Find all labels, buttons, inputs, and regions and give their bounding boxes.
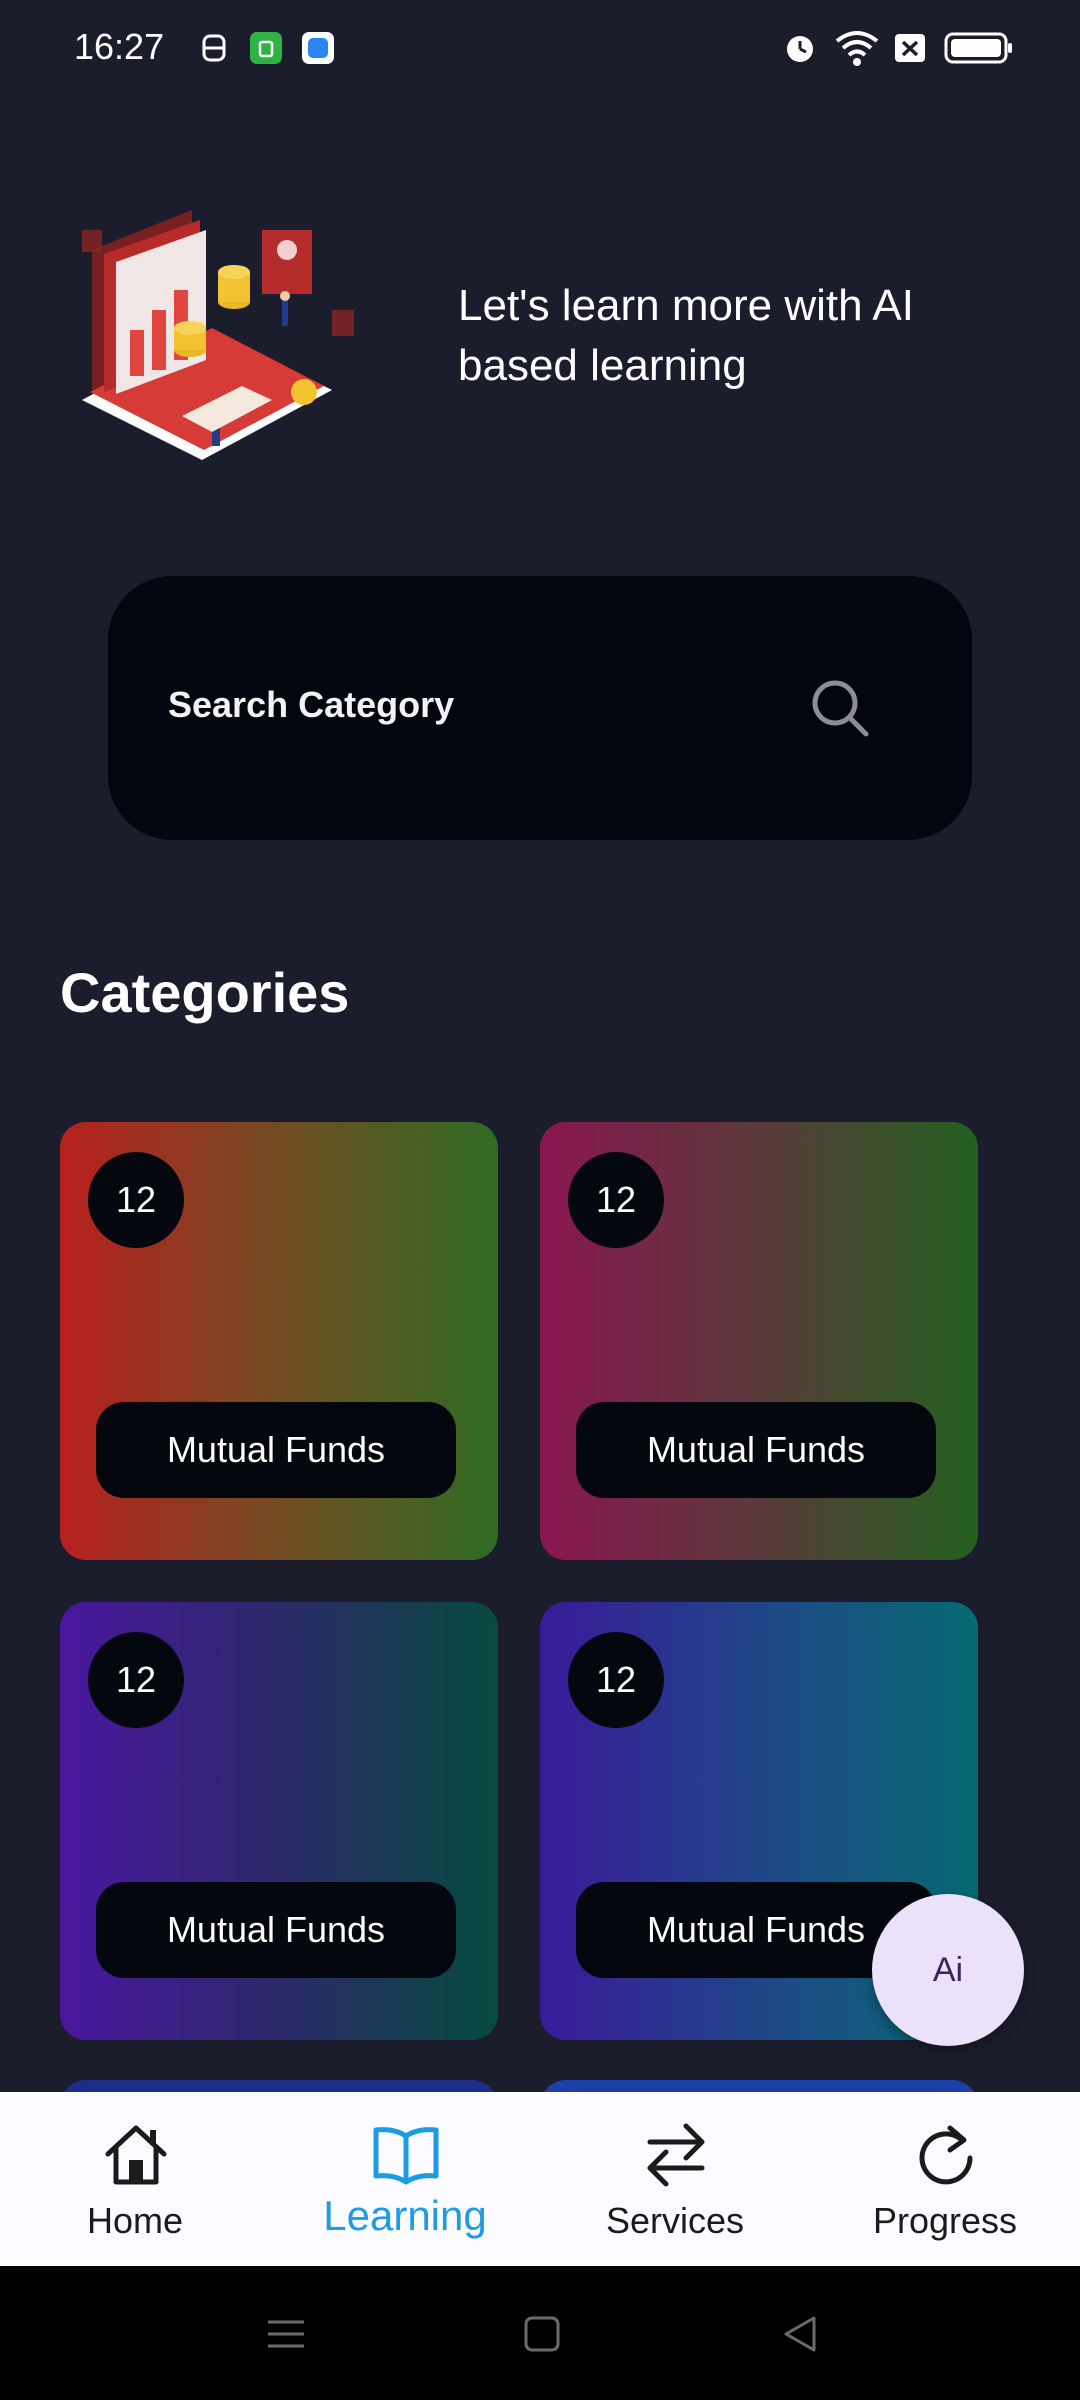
search-icon[interactable] [808,676,872,740]
notification-icon [202,34,226,62]
nav-item-services[interactable]: Services [540,2092,810,2266]
status-bar: 16:27 [0,0,1080,96]
app-notification-icon-2 [302,32,334,64]
nav-label-learning: Learning [323,2192,487,2239]
app-notification-icon [250,32,282,64]
category-card[interactable]: 12 Mutual Funds [60,1602,498,2040]
home-icon [105,2125,167,2185]
nav-label-home: Home [86,2200,184,2241]
sim-off-icon [895,34,925,62]
search-input[interactable]: Search Category [168,684,454,726]
category-label[interactable]: Mutual Funds [96,1882,456,1978]
swap-arrows-icon [647,2123,705,2187]
ai-assistant-button[interactable]: Ai [872,1894,1024,2046]
category-count-badge: 12 [568,1152,664,1248]
category-label[interactable]: Mutual Funds [96,1402,456,1498]
category-count-badge: 12 [88,1152,184,1248]
battery-icon [944,32,1012,64]
category-count-badge: 12 [568,1632,664,1728]
book-icon [373,2127,439,2185]
hero-tagline: Let's learn more with AI based learning [458,281,914,390]
search-bar[interactable]: Search Category [108,576,972,840]
menu-icon[interactable] [262,2310,310,2358]
status-time: 16:27 [74,26,165,67]
home-button-icon[interactable] [518,2310,566,2358]
bottom-navigation: Home Learning Services Progress [0,2092,1080,2266]
categories-title: Categories [60,961,350,1024]
nav-item-progress[interactable]: Progress [810,2092,1080,2266]
back-icon[interactable] [776,2310,824,2358]
refresh-icon [919,2125,973,2185]
nav-item-home[interactable]: Home [0,2092,270,2266]
category-card[interactable]: 12 Mutual Funds [60,1122,498,1560]
learning-illustration [82,210,354,460]
category-count-badge: 12 [88,1632,184,1728]
wifi-icon [835,31,879,66]
nav-item-learning[interactable]: Learning [270,2092,540,2266]
nav-label-services: Services [605,2200,745,2241]
nav-label-progress: Progress [872,2200,1018,2241]
category-card[interactable]: 12 Mutual Funds [540,1122,978,1560]
system-navigation-bar [0,2266,1080,2400]
alarm-icon [787,36,813,62]
category-label[interactable]: Mutual Funds [576,1402,936,1498]
